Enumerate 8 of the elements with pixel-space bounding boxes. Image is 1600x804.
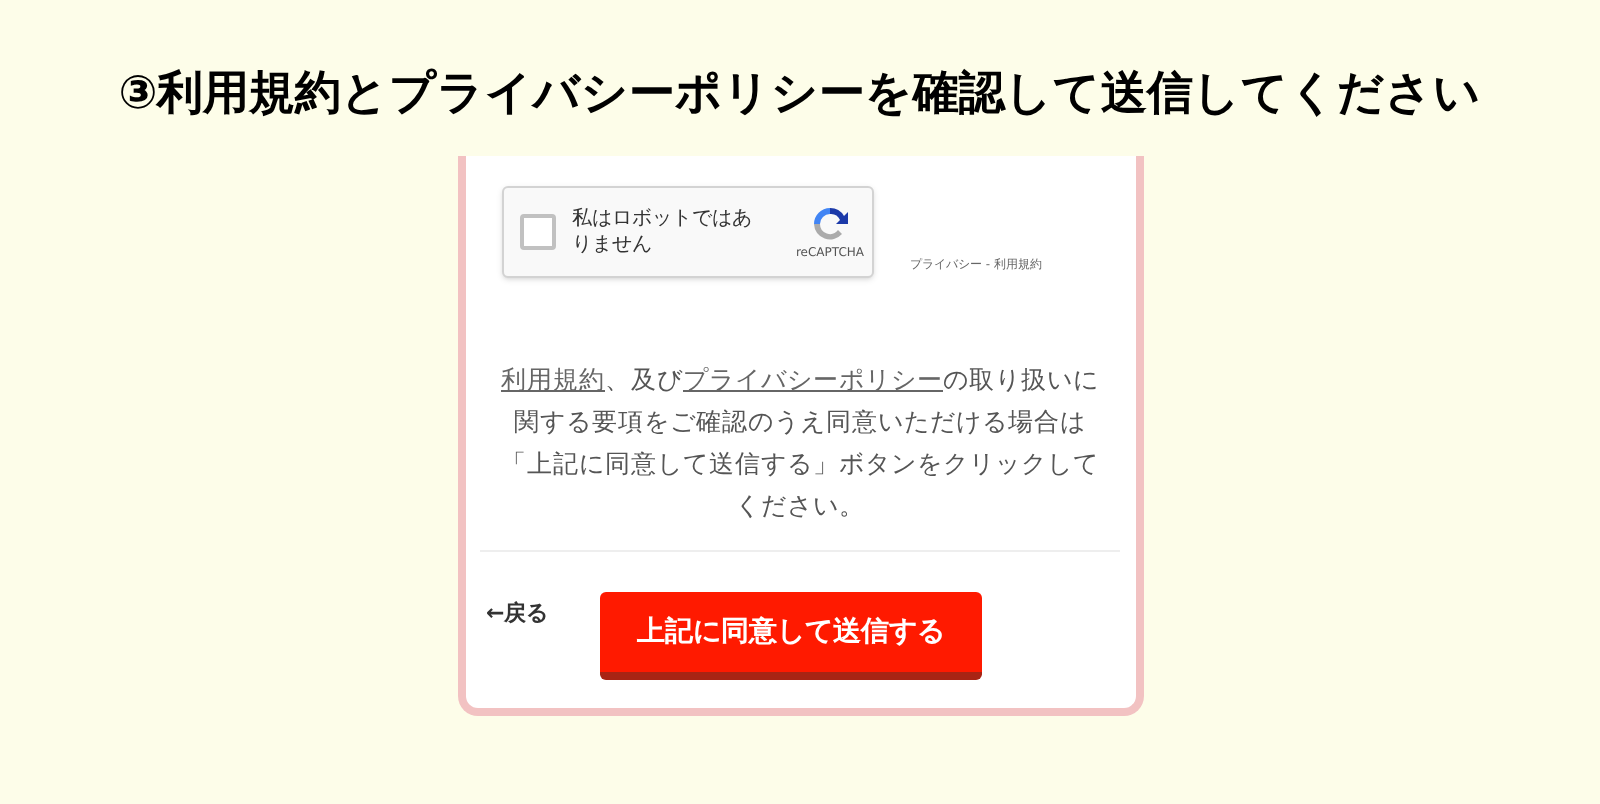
back-link[interactable]: ←戻る [486,598,549,631]
submit-button[interactable]: 上記に同意して送信する [600,592,983,680]
captcha-label: 私はロボットではありません [572,206,754,258]
terms-link[interactable]: プライバシーポリシー [683,364,943,394]
terms-link[interactable]: 利用規約 [501,364,605,394]
consent-text: 利用規約、及びプライバシーポリシーの取り扱いに関する要項をご確認のうえ同意いただける場合は「上記に同意して送信する」ボタンをクリックしてください。 [500,362,1100,524]
captcha-checkbox[interactable] [520,214,556,250]
page-heading: ③利用規約とプライバシーポリシーを確認して送信してください [118,66,1482,124]
